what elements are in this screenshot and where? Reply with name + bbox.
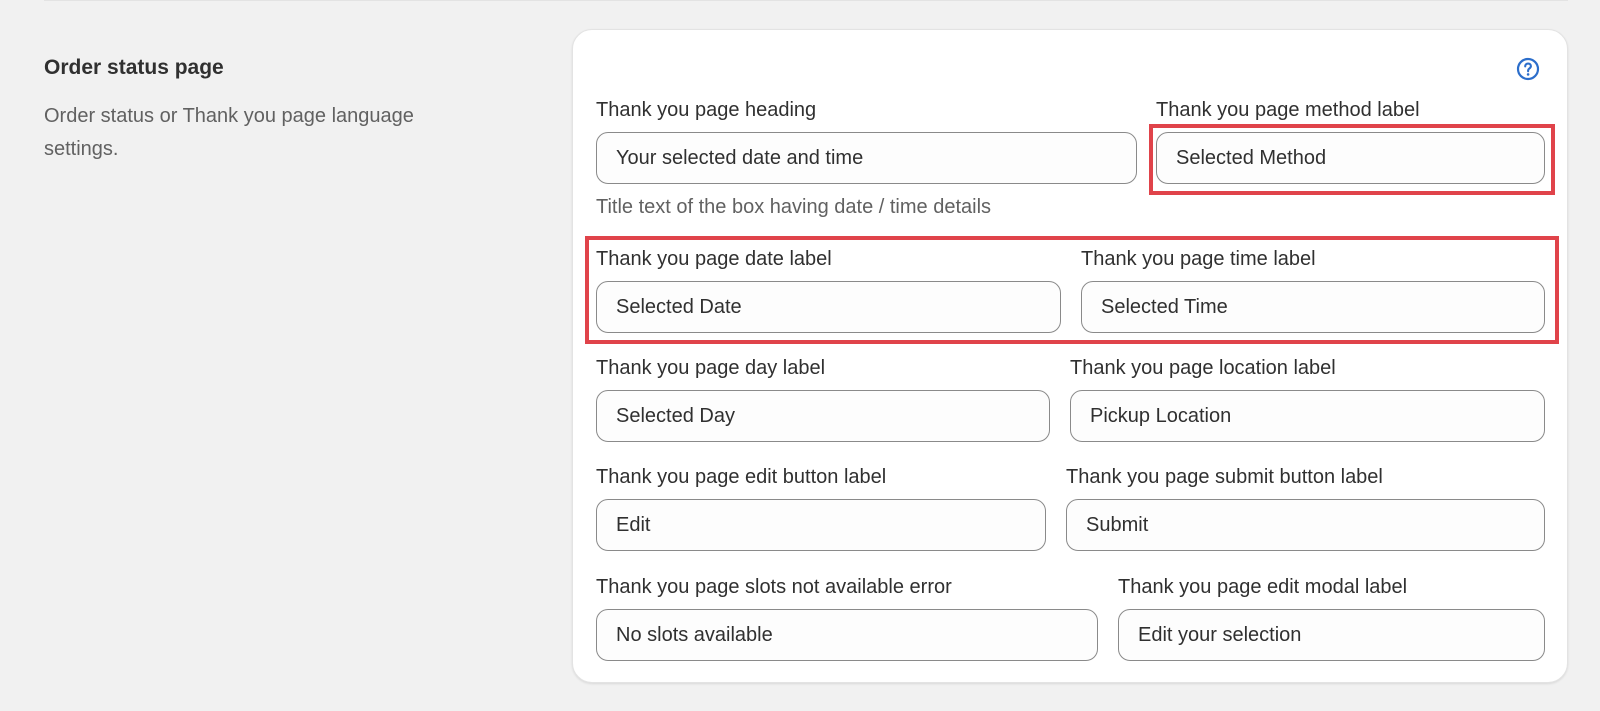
location-label: Thank you page location label — [1070, 357, 1336, 379]
location-input[interactable] — [1070, 390, 1545, 442]
edit-modal-input[interactable] — [1118, 609, 1545, 661]
heading-input[interactable] — [596, 132, 1137, 184]
slots-error-input[interactable] — [596, 609, 1098, 661]
heading-label: Thank you page heading — [596, 99, 817, 121]
heading-help-text: Title text of the box having date / time… — [596, 196, 992, 218]
section-description: Order status or Thank you page language … — [44, 105, 414, 160]
edit-button-label: Thank you page edit button label — [596, 466, 887, 488]
section-title: Order status page — [44, 56, 224, 79]
day-label: Thank you page day label — [596, 357, 826, 379]
submit-button-input[interactable] — [1066, 499, 1545, 551]
slots-error-label: Thank you page slots not available error — [596, 576, 952, 598]
edit-button-input[interactable] — [596, 499, 1046, 551]
time-label: Thank you page time label — [1081, 248, 1316, 270]
method-input[interactable] — [1156, 132, 1545, 184]
edit-modal-label: Thank you page edit modal label — [1118, 576, 1408, 598]
date-input[interactable] — [596, 281, 1061, 333]
date-label: Thank you page date label — [596, 248, 832, 270]
section-divider — [44, 0, 1568, 1]
day-input[interactable] — [596, 390, 1050, 442]
time-input[interactable] — [1081, 281, 1545, 333]
question-circle-icon[interactable] — [1516, 57, 1540, 81]
method-label: Thank you page method label — [1156, 99, 1420, 121]
submit-button-label: Thank you page submit button label — [1066, 466, 1383, 488]
